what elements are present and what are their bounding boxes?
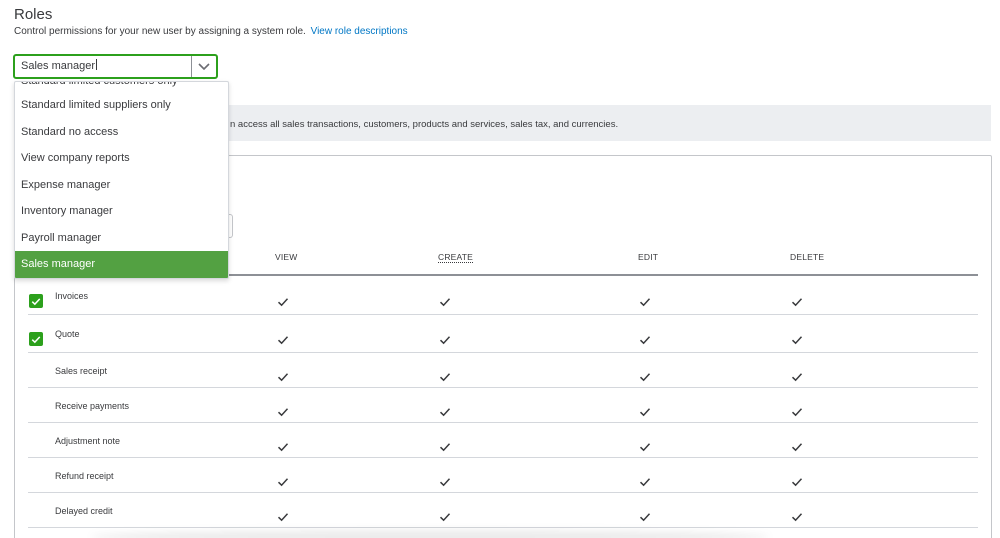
role-option-selected[interactable]: Sales manager — [15, 251, 228, 278]
role-option[interactable]: Expense manager — [15, 172, 228, 199]
row-checkbox[interactable] — [29, 294, 43, 308]
check-icon — [639, 439, 651, 452]
check-icon — [639, 332, 651, 345]
check-icon — [277, 404, 289, 417]
check-icon — [639, 474, 651, 487]
role-select-value[interactable]: Sales manager — [15, 56, 191, 77]
check-icon — [639, 509, 651, 522]
page-title: Roles — [14, 6, 53, 23]
role-option[interactable]: Standard limited suppliers only — [15, 92, 228, 119]
check-icon — [277, 474, 289, 487]
column-header-delete: DELETE — [790, 252, 825, 262]
role-select-toggle[interactable] — [191, 56, 216, 77]
check-icon — [277, 439, 289, 452]
role-dropdown-list: Standard limited customers only Standard… — [14, 81, 229, 279]
info-text: n access all sales transactions, custome… — [230, 119, 619, 130]
row-label: Refund receipt — [55, 471, 114, 481]
check-icon — [277, 332, 289, 345]
row-divider — [28, 422, 978, 423]
check-icon — [791, 369, 803, 382]
checkmark-icon — [31, 297, 41, 305]
check-icon — [639, 404, 651, 417]
check-icon — [439, 509, 451, 522]
bottom-shadow — [90, 530, 770, 538]
check-icon — [791, 439, 803, 452]
row-divider — [28, 492, 978, 493]
column-header-view: VIEW — [275, 252, 298, 262]
role-description: Control permissions for your new user by… — [14, 26, 408, 37]
chevron-down-icon — [198, 62, 210, 70]
check-icon — [791, 474, 803, 487]
check-icon — [439, 294, 451, 307]
role-option[interactable]: Standard no access — [15, 119, 228, 146]
row-divider — [28, 457, 978, 458]
check-icon — [277, 509, 289, 522]
role-select[interactable]: Sales manager — [13, 54, 218, 79]
check-icon — [439, 439, 451, 452]
row-label: Adjustment note — [55, 436, 121, 446]
check-icon — [439, 404, 451, 417]
check-icon — [791, 332, 803, 345]
role-option[interactable]: Payroll manager — [15, 225, 228, 252]
check-icon — [277, 369, 289, 382]
row-checkbox[interactable] — [29, 332, 43, 346]
row-label: Receive payments — [55, 401, 130, 411]
column-header-edit: EDIT — [638, 252, 659, 262]
row-label: Sales receipt — [55, 366, 108, 376]
row-label: Invoices — [55, 291, 89, 301]
row-label: Delayed credit — [55, 506, 113, 516]
check-icon — [639, 294, 651, 307]
checkmark-icon — [31, 335, 41, 343]
row-divider — [28, 352, 978, 353]
row-divider — [28, 314, 978, 315]
row-divider — [28, 527, 978, 528]
role-option[interactable]: Inventory manager — [15, 198, 228, 225]
check-icon — [439, 369, 451, 382]
check-icon — [277, 294, 289, 307]
check-icon — [791, 294, 803, 307]
role-description-text: Control permissions for your new user by… — [14, 26, 306, 37]
check-icon — [439, 474, 451, 487]
check-icon — [791, 404, 803, 417]
check-icon — [791, 509, 803, 522]
view-role-descriptions-link[interactable]: View role descriptions — [311, 26, 408, 37]
role-option[interactable]: View company reports — [15, 145, 228, 172]
column-header-create[interactable]: CREATE — [438, 252, 473, 262]
check-icon — [439, 332, 451, 345]
check-icon — [639, 369, 651, 382]
row-label: Quote — [55, 329, 80, 339]
row-divider — [28, 387, 978, 388]
